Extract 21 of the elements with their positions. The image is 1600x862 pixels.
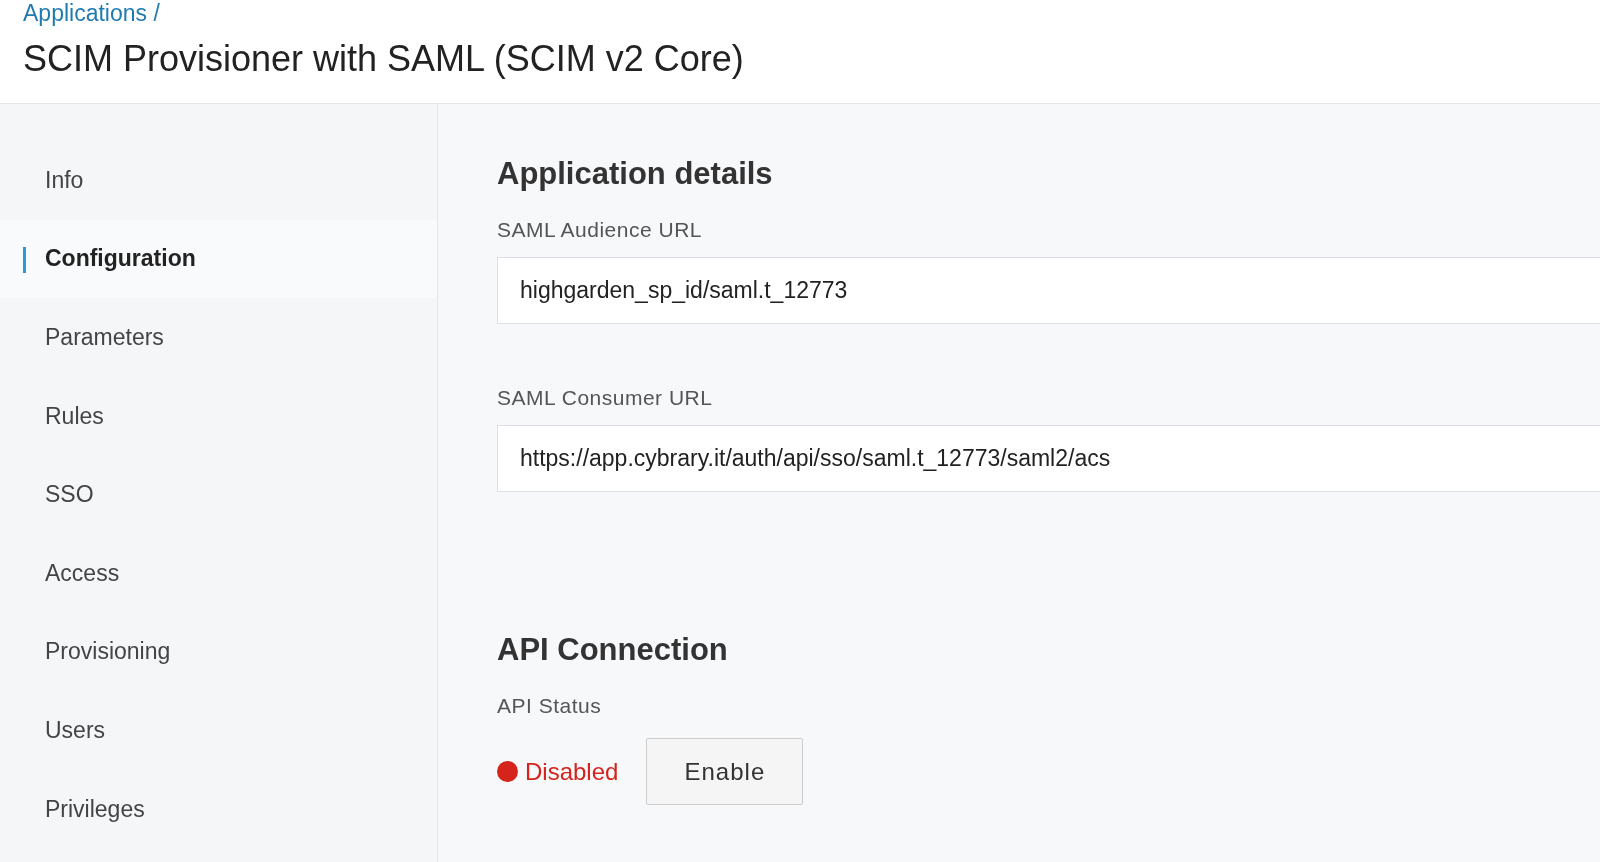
selection-bar — [23, 246, 26, 273]
breadcrumb-link[interactable]: Applications / — [23, 0, 160, 27]
sidebar-item[interactable]: Configuration — [0, 219, 437, 299]
field-label: API Status — [497, 693, 603, 719]
sidebar-item[interactable]: Privileges — [0, 769, 437, 849]
field-label: SAML Audience URL — [497, 217, 703, 243]
sidebar-item[interactable]: Provisioning — [0, 612, 437, 692]
status-text: Disabled — [525, 757, 619, 786]
sidebar-item[interactable]: SSO — [0, 455, 437, 534]
sidebar-item[interactable]: Access — [0, 533, 437, 613]
url-field[interactable]: https://app.cybrary.it/auth/api/sso/saml.t_12773/saml2/acs — [497, 425, 1600, 492]
field-label: SAML Consumer URL — [497, 385, 714, 411]
sidebar-item[interactable]: Rules — [0, 376, 437, 456]
section-heading: API Connection — [497, 631, 729, 669]
sidebar-item[interactable]: Users — [0, 691, 437, 770]
enable-button[interactable]: Enable — [646, 738, 804, 805]
page-title: SCIM Provisioner with SAML (SCIM v2 Core) — [23, 39, 744, 79]
sidebar-item[interactable]: Info — [0, 141, 437, 220]
url-field[interactable]: highgarden_sp_id/saml.t_12773 — [497, 257, 1600, 324]
sidebar-item[interactable]: Parameters — [0, 298, 437, 377]
section-heading: Application details — [497, 155, 774, 193]
